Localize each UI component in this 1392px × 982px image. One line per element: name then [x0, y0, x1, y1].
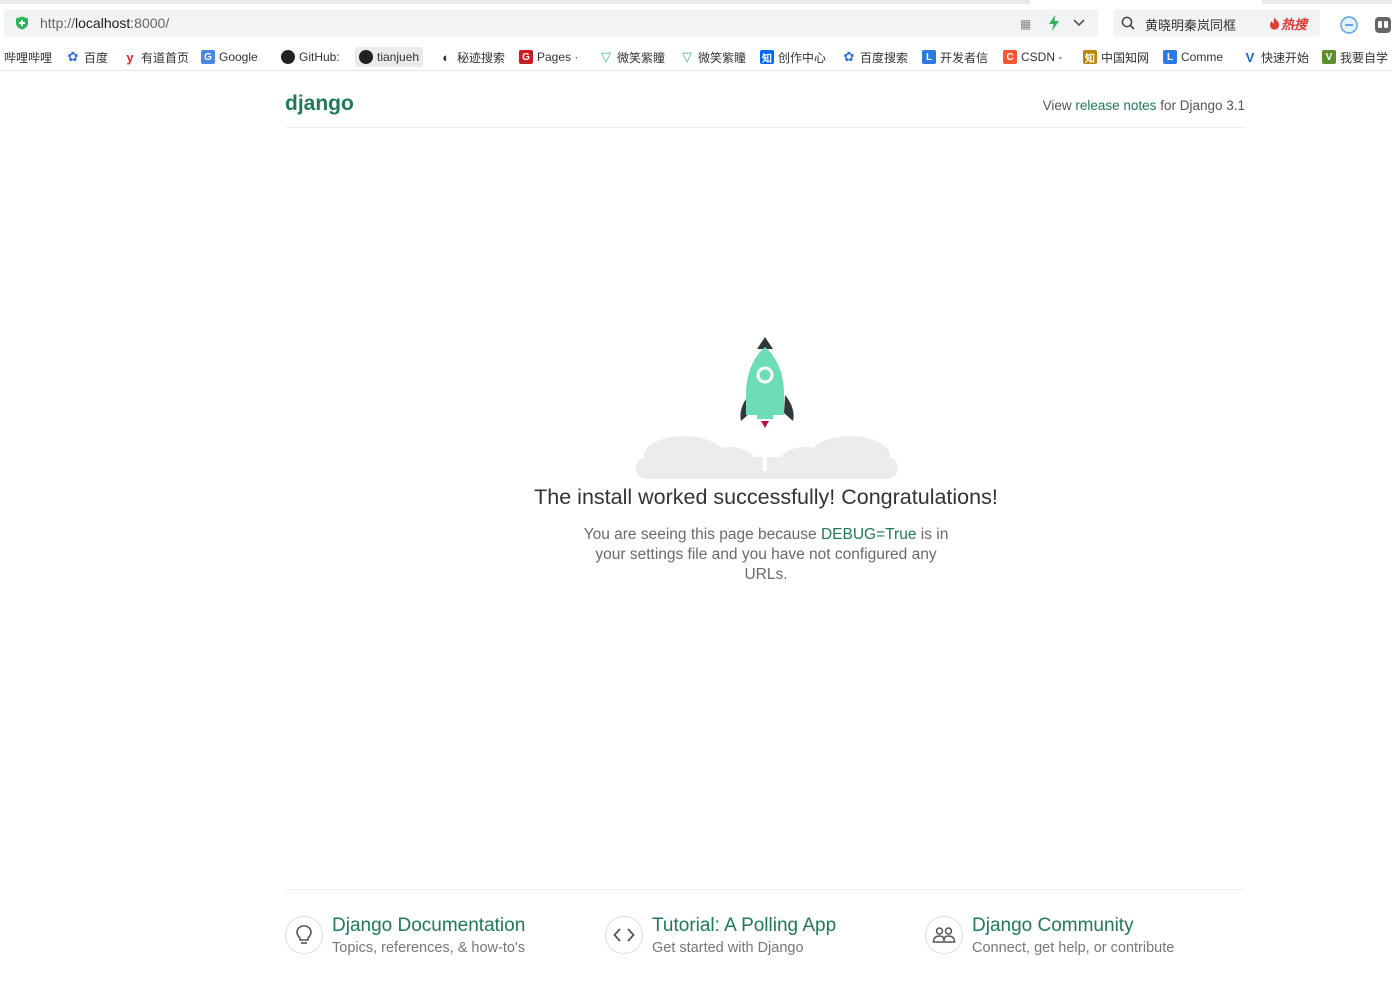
bookmark-item[interactable]: ▽ 微笑紫瞳 — [680, 47, 746, 67]
card-community[interactable]: Django Community Connect, get help, or c… — [925, 914, 1245, 964]
bookmark-item[interactable]: ◐ 秘迹搜索 — [439, 47, 505, 67]
bookmark-item[interactable]: y 有道首页 — [123, 47, 189, 67]
zhihu-icon: 知 — [760, 50, 774, 65]
page-content: django View release notes for Django 3.1… — [0, 71, 1392, 981]
rocket-exhaust-trail — [763, 427, 767, 471]
rocket-nozzle — [757, 415, 773, 419]
vue-icon: ▽ — [601, 49, 611, 64]
debug-true-text: DEBUG=True — [820, 526, 917, 543]
bookmark-label: tianjueh — [377, 50, 420, 64]
bookmark-item[interactable]: G Google — [201, 47, 258, 67]
release-notes-line: View release notes for Django 3.1 — [1042, 98, 1245, 113]
flame-icon — [1270, 17, 1279, 30]
bookmark-label: 微笑紫瞳 — [698, 50, 747, 65]
footer-links: Django Documentation Topics, references,… — [285, 889, 1245, 982]
search-input[interactable]: 黄晓明秦岚同框 — [1145, 15, 1236, 34]
rocket-flame — [761, 421, 769, 428]
github-icon — [281, 50, 295, 64]
debug-explanation: You are seeing this page because DEBUG=T… — [583, 526, 949, 583]
bookmark-label: 哔哩哔哩 — [4, 50, 52, 65]
search-icon — [1121, 16, 1135, 30]
bookmark-item[interactable]: 知中国知网 — [1083, 47, 1149, 67]
people-icon — [932, 927, 956, 943]
bookmark-label: 百度搜索 — [860, 50, 909, 65]
url-text[interactable]: http://localhost:8000/ — [40, 15, 169, 31]
lightbulb-icon — [296, 925, 312, 944]
bookmark-label: 秘迹搜索 — [457, 50, 506, 65]
card-documentation[interactable]: Django Documentation Topics, references,… — [285, 914, 585, 964]
bookmark-label: 百度 — [84, 50, 109, 65]
bolt-icon[interactable] — [1048, 15, 1060, 31]
rocket-fin-right — [784, 395, 794, 421]
gitee-icon: G — [519, 50, 533, 64]
success-headline: The install worked successfully! Congrat… — [534, 485, 998, 509]
card-desc: Get started with Django — [652, 940, 804, 956]
google-translate-icon: G — [201, 50, 215, 64]
hot-search-badge[interactable]: 热搜 — [1269, 14, 1307, 33]
csdn-icon: C — [1003, 50, 1017, 64]
bookmark-item[interactable]: L Comme — [1163, 47, 1223, 67]
django-logo[interactable]: django — [285, 92, 354, 116]
cnki-icon: 知 — [1083, 50, 1097, 65]
vue-icon: ▽ — [682, 49, 692, 64]
bookmark-item[interactable]: tianjueh — [355, 47, 424, 67]
search-box[interactable]: 黄晓明秦岚同框 热搜 — [1113, 9, 1320, 37]
v-green-icon: V — [1322, 50, 1336, 64]
chevron-down-icon[interactable] — [1072, 17, 1086, 29]
bookmark-item[interactable]: G Pages · — [519, 47, 578, 67]
code-icon — [613, 928, 635, 942]
secure-shield-icon — [16, 16, 28, 30]
bookmark-item[interactable]: GitHub: — [281, 47, 340, 67]
v-icon: V — [1245, 49, 1255, 65]
bookmark-item[interactable]: V 我要自学 — [1322, 47, 1388, 67]
bookmark-label: CSDN - — [1021, 50, 1063, 64]
bookmark-label: Pages · — [537, 50, 579, 64]
bookmark-label: Google — [219, 50, 258, 64]
extension-minus-icon[interactable] — [1340, 16, 1358, 34]
rocket-illustration — [636, 337, 898, 479]
bookmarks-bar: 哔哩哔哩 ✿ 百度 y 有道首页 G Google GitHub: tianjueh ◐ 秘迹搜索 G… — [0, 44, 1392, 71]
address-bar[interactable]: http://localhost:8000/ ▦ — [4, 9, 1098, 37]
bookmark-label: 中国知网 — [1101, 50, 1150, 65]
bookmark-item[interactable]: 哔哩哔哩 — [4, 47, 52, 67]
mijisou-icon: ◐ — [442, 49, 450, 65]
bookmark-item[interactable]: ✿ 百度 — [66, 47, 108, 67]
bookmark-item[interactable]: V 快速开始 — [1243, 47, 1309, 67]
github-icon — [359, 50, 373, 64]
card-desc: Topics, references, & how-to's — [332, 940, 525, 956]
card-desc: Connect, get help, or contribute — [972, 940, 1175, 956]
bookmark-label: Comme — [1181, 50, 1224, 64]
bookmark-label: GitHub: — [299, 50, 340, 64]
card-tutorial[interactable]: Tutorial: A Polling App Get started with… — [605, 914, 905, 964]
bookmark-label: 微笑紫瞳 — [617, 50, 666, 65]
extension-puzzle-icon[interactable] — [1374, 16, 1392, 34]
bookmark-item[interactable]: ▽ 微笑紫瞳 — [599, 47, 665, 67]
release-notes-link[interactable]: release notes — [1075, 98, 1156, 113]
bookmark-label: 有道首页 — [141, 50, 190, 65]
card-title[interactable]: Django Community — [972, 915, 1134, 937]
l-icon: L — [922, 50, 936, 64]
bookmark-item[interactable]: 知创作中心 — [760, 47, 826, 67]
bookmark-label: 开发者信 — [940, 50, 989, 65]
bookmark-label: 创作中心 — [778, 50, 827, 65]
browser-toolbar: http://localhost:8000/ ▦ 黄晓明秦岚同框 热搜 — [0, 4, 1392, 42]
bookmark-item[interactable]: L 开发者信 — [922, 47, 988, 67]
django-header: django View release notes for Django 3.1 — [285, 71, 1245, 128]
baidu-paw-icon: ✿ — [67, 49, 79, 64]
l-icon: L — [1163, 50, 1177, 64]
bookmark-item[interactable]: C CSDN - — [1003, 47, 1062, 67]
youdao-icon: y — [126, 49, 134, 65]
bookmark-item[interactable]: ✿ 百度搜索 — [842, 47, 908, 67]
card-title[interactable]: Django Documentation — [332, 915, 525, 937]
qr-code-icon[interactable]: ▦ — [1020, 17, 1031, 31]
bookmark-label: 快速开始 — [1261, 50, 1310, 65]
baidu-paw-icon: ✿ — [843, 49, 855, 64]
card-title[interactable]: Tutorial: A Polling App — [652, 915, 836, 937]
bookmark-label: 我要自学 — [1340, 50, 1389, 65]
